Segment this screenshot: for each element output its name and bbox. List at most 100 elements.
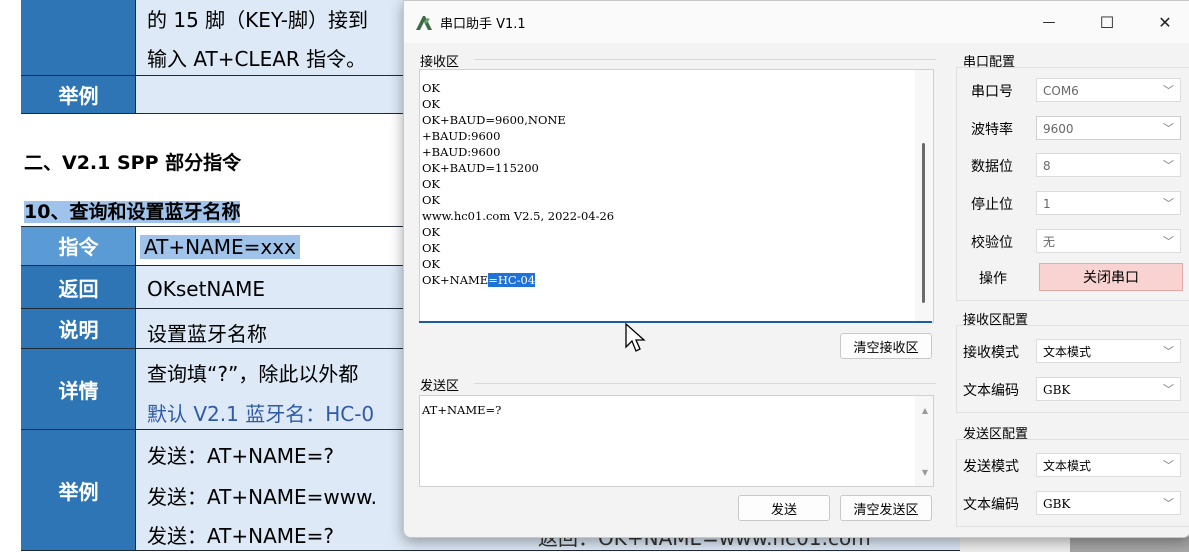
send-group-label: 发送区 (420, 379, 460, 394)
rx-encoding-label: 文本编码 (963, 383, 1019, 399)
rx-line: +BAUD:9600 (422, 129, 501, 143)
rx-line: OK (422, 193, 441, 207)
receive-scrollbar[interactable] (915, 70, 933, 322)
window-title: 串口助手 V1.1 (440, 17, 526, 32)
operation-label: 操作 (979, 271, 1007, 287)
rx-line: OK (422, 97, 441, 111)
chevron-down-icon: ﹀ (1163, 197, 1174, 210)
chevron-down-icon: ﹀ (1163, 497, 1174, 510)
tx-mode-label: 发送模式 (963, 459, 1019, 475)
minimize-button[interactable]: — (1026, 7, 1072, 37)
baud-select[interactable]: 9600 ﹀ (1036, 116, 1181, 140)
scroll-up-icon[interactable]: ▲ (922, 406, 928, 415)
rx-line: www.hc01.com V2.5, 2022-04-26 (422, 209, 615, 223)
stop-bits-label: 停止位 (971, 197, 1013, 213)
doc-text-line: 的 15 脚（KEY-脚）接到 (147, 8, 368, 32)
rx-encoding-value: GBK (1043, 383, 1071, 397)
send-scrollbar[interactable]: ▲ ▼ (915, 396, 933, 486)
rx-mode-label: 接收模式 (963, 345, 1019, 361)
subsection-title-text: 10、查询和设置蓝牙名称 (24, 201, 241, 223)
tx-encoding-label: 文本编码 (963, 497, 1019, 513)
chevron-down-icon: ﹀ (1163, 84, 1174, 97)
baud-value: 9600 (1043, 122, 1074, 136)
rx-mode-select[interactable]: 文本模式 ﹀ (1036, 339, 1181, 363)
doc-text-line: 输入 AT+CLEAR 指令。 (147, 47, 367, 71)
chevron-down-icon: ﹀ (1163, 345, 1174, 358)
receive-group-label: 接收区 (420, 55, 460, 70)
rx-line: OK+BAUD=115200 (422, 161, 539, 175)
rx-line: OK+BAUD=9600,NONE (422, 113, 566, 127)
tx-encoding-value: GBK (1043, 497, 1071, 511)
data-bits-value: 8 (1043, 159, 1051, 173)
desc-label: 说明 (58, 318, 99, 342)
parity-value: 无 (1043, 235, 1056, 249)
parity-select[interactable]: 无 ﹀ (1036, 229, 1181, 253)
ret-label: 返回 (58, 276, 99, 301)
rx-line: OK (422, 81, 441, 95)
ex-label: 举例 (58, 479, 99, 504)
ret-value: OKsetNAME (147, 277, 265, 301)
doc-ret-label: 返回 (21, 266, 136, 308)
doc-desc-label: 说明 (21, 309, 136, 348)
doc-row-header-top (21, 0, 136, 75)
parity-label: 校验位 (971, 235, 1013, 251)
port-label: 串口号 (971, 84, 1013, 100)
chevron-down-icon: ﹀ (1163, 383, 1174, 396)
doc-cmd-label: 指令 (21, 226, 136, 265)
app-icon (416, 16, 432, 30)
stop-bits-value: 1 (1043, 197, 1051, 211)
stop-bits-select[interactable]: 1 ﹀ (1036, 191, 1181, 215)
ex-line: 发送：AT+NAME=? (147, 524, 335, 548)
ex-line: 发送：AT+NAME=? (147, 444, 335, 468)
chevron-down-icon: ﹀ (1163, 159, 1174, 172)
rx-line-last: OK+NAME=HC-04 (422, 272, 536, 288)
receive-textarea[interactable]: OK OK OK+BAUD=9600,NONE +BAUD:9600 +BAUD… (419, 69, 934, 323)
ex-line: 发送：AT+NAME=www. (147, 485, 377, 509)
mouse-cursor-icon (625, 323, 646, 352)
receive-focus-underline (419, 321, 932, 323)
cmd-value-text: AT+NAME=xxx (140, 235, 300, 259)
cmd-value: AT+NAME=xxx (140, 235, 300, 259)
rx-mode-value: 文本模式 (1043, 345, 1092, 359)
tx-text: AT+NAME=? (422, 403, 502, 417)
title-bar[interactable]: 串口助手 V1.1 — ☐ ✕ (404, 1, 1189, 43)
maximize-button[interactable]: ☐ (1084, 7, 1130, 37)
rx-line: +BAUD:9600 (422, 145, 501, 159)
cmd-label: 指令 (58, 235, 99, 259)
rx-line: OK (422, 241, 441, 255)
doc-example-label: 举例 (21, 76, 136, 113)
detail-label: 详情 (58, 378, 99, 403)
example-label: 举例 (58, 84, 99, 108)
detail-line: 查询填“?”，除此以外都 (147, 362, 359, 386)
rx-line: OK (422, 225, 441, 239)
tx-mode-value: 文本模式 (1043, 459, 1092, 473)
baud-label: 波特率 (971, 122, 1013, 138)
rx-last-prefix: OK+NAME (422, 273, 489, 287)
rx-line: OK (422, 177, 441, 191)
close-port-button[interactable]: 关闭串口 (1039, 263, 1183, 291)
serial-assistant-window: 串口助手 V1.1 — ☐ ✕ 接收区 OK OK OK+BAUD=9600,N… (403, 0, 1189, 538)
scrollbar-thumb[interactable] (922, 143, 925, 303)
clear-receive-button[interactable]: 清空接收区 (840, 333, 932, 359)
tx-mode-select[interactable]: 文本模式 ﹀ (1036, 453, 1181, 477)
detail-line: 默认 V2.1 蓝牙名：HC-0 (147, 402, 375, 426)
data-bits-label: 数据位 (971, 159, 1013, 175)
doc-ex-label: 举例 (21, 430, 136, 550)
doc-detail-label: 详情 (21, 349, 136, 429)
port-value: COM6 (1043, 84, 1079, 98)
chevron-down-icon: ﹀ (1163, 122, 1174, 135)
close-button[interactable]: ✕ (1142, 7, 1188, 37)
send-textarea[interactable]: AT+NAME=? ▲ ▼ (419, 395, 934, 487)
rx-selected-text: =HC-04 (488, 273, 536, 287)
port-select[interactable]: COM6 ﹀ (1036, 78, 1181, 102)
desc-value: 设置蓝牙名称 (147, 322, 267, 346)
tx-encoding-select[interactable]: GBK ﹀ (1036, 491, 1181, 515)
chevron-down-icon: ﹀ (1163, 235, 1174, 248)
clear-send-button[interactable]: 清空发送区 (840, 495, 932, 521)
chevron-down-icon: ﹀ (1163, 459, 1174, 472)
scroll-down-icon[interactable]: ▼ (922, 468, 928, 477)
rx-encoding-select[interactable]: GBK ﹀ (1036, 377, 1181, 401)
send-button[interactable]: 发送 (738, 495, 830, 521)
section-title: 二、V2.1 SPP 部分指令 (24, 152, 242, 174)
data-bits-select[interactable]: 8 ﹀ (1036, 153, 1181, 177)
